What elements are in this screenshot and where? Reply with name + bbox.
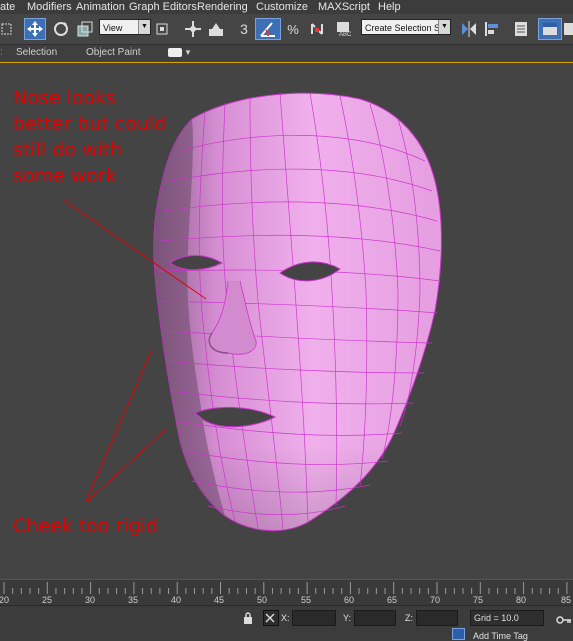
select-move-icon[interactable] <box>24 18 46 40</box>
x-coordinate-label: X: <box>281 613 290 623</box>
ribbon-separator: : <box>0 47 3 58</box>
chevron-down-icon: ▼ <box>438 20 450 34</box>
reference-coordinate-dropdown[interactable]: View ▼ <box>99 19 151 35</box>
perspective-viewport[interactable]: Nose looks better but could still do wit… <box>0 62 573 580</box>
grid-spacing-readout: Grid = 10.0 <box>470 610 544 626</box>
nose-annotation-line-1: Nose looks <box>13 87 116 109</box>
ribbon-options-icon[interactable] <box>168 48 182 57</box>
menu-bar: ate Modifiers Animation Graph Editors Re… <box>0 0 573 14</box>
percent-snap-label: % <box>287 21 299 37</box>
menu-edit[interactable]: ate <box>0 0 15 14</box>
svg-text:ABC: ABC <box>339 32 352 38</box>
main-toolbar: View ▼ 3 % ABC Create Selection Se ▼ <box>0 14 573 45</box>
nose-annotation-line-3: still do with <box>13 139 123 161</box>
spinner-snap-toggle-icon[interactable] <box>306 18 328 40</box>
menu-maxscript[interactable]: MAXScript <box>318 0 370 14</box>
cheek-annotation: Cheek too rigid <box>13 515 158 537</box>
z-coordinate-field[interactable] <box>416 610 458 626</box>
mirror-icon[interactable] <box>458 18 480 40</box>
chevron-down-icon[interactable]: ▼ <box>184 45 192 61</box>
menu-graph-editors[interactable]: Graph Editors <box>129 0 197 14</box>
snaps-label: 3 <box>240 21 248 37</box>
menu-help[interactable]: Help <box>378 0 401 14</box>
named-selection-set-dropdown[interactable]: Create Selection Se ▼ <box>361 19 451 35</box>
timeline-tick-label: 20 <box>0 595 10 605</box>
edit-named-selection-icon[interactable]: ABC <box>333 18 357 40</box>
timeline-tick-label: 30 <box>84 595 96 605</box>
nose-annotation-line-4: some work <box>13 165 117 187</box>
snaps-toggle-icon[interactable]: 3 <box>234 18 254 40</box>
timeline-tick-label: 45 <box>213 595 225 605</box>
timeline-tick-label: 70 <box>429 595 441 605</box>
key-icon[interactable] <box>556 612 572 624</box>
absolute-mode-transform-icon[interactable] <box>263 610 279 626</box>
selection-lock-icon[interactable] <box>243 611 253 624</box>
time-slider-track[interactable]: 20 25 30 35 40 45 50 55 60 65 70 75 80 8… <box>0 579 573 606</box>
timeline-tick-label: 35 <box>127 595 139 605</box>
pivot-icon[interactable] <box>152 18 172 40</box>
select-manipulate-icon[interactable] <box>182 18 204 40</box>
time-tag-icon[interactable] <box>452 628 465 640</box>
select-rotate-icon[interactable] <box>50 18 72 40</box>
tab-object-paint[interactable]: Object Paint <box>86 45 140 61</box>
select-scale-icon[interactable] <box>74 18 96 40</box>
timeline-tick-label: 60 <box>343 595 355 605</box>
y-coordinate-label: Y: <box>343 613 352 623</box>
timeline-ruler <box>3 582 568 594</box>
chevron-down-icon: ▼ <box>138 20 150 34</box>
timeline-tick-label: 85 <box>560 595 572 605</box>
menu-modifiers[interactable]: Modifiers <box>27 0 72 14</box>
status-bar: X: Y: Z: Grid = 10.0 Add Time Tag <box>0 605 573 641</box>
graphite-tools-icon[interactable] <box>562 18 573 40</box>
menu-rendering[interactable]: Rendering <box>197 0 248 14</box>
select-region-icon[interactable] <box>0 18 14 40</box>
menu-customize[interactable]: Customize <box>256 0 308 14</box>
align-icon[interactable] <box>481 18 503 40</box>
timeline-tick-label: 50 <box>256 595 268 605</box>
timeline-tick-label: 80 <box>515 595 527 605</box>
toggle-ribbon-icon[interactable] <box>538 18 562 40</box>
layer-explorer-icon[interactable] <box>510 18 532 40</box>
nose-annotation-line-2: better but could <box>13 113 167 135</box>
ribbon-tabs: : Selection Object Paint ▼ <box>0 45 573 61</box>
percent-snap-toggle-icon[interactable]: % <box>283 18 303 40</box>
timeline-tick-label: 40 <box>170 595 182 605</box>
named-selection-set-value: Create Selection Se <box>365 23 446 33</box>
timeline-tick-label: 25 <box>41 595 53 605</box>
timeline-tick-label: 75 <box>472 595 484 605</box>
angle-snap-toggle-icon[interactable] <box>255 18 281 40</box>
timeline-tick-label: 55 <box>300 595 312 605</box>
nose-annotation: Nose looks better but could still do wit… <box>13 85 166 189</box>
reference-coordinate-value: View <box>103 23 123 33</box>
keyboard-shortcut-override-icon[interactable] <box>205 18 227 40</box>
timeline-tick-label: 65 <box>386 595 398 605</box>
menu-animation[interactable]: Animation <box>76 0 125 14</box>
y-coordinate-field[interactable] <box>354 610 396 626</box>
tab-selection[interactable]: Selection <box>16 45 57 61</box>
z-coordinate-label: Z: <box>405 613 413 623</box>
x-coordinate-field[interactable] <box>292 610 336 626</box>
